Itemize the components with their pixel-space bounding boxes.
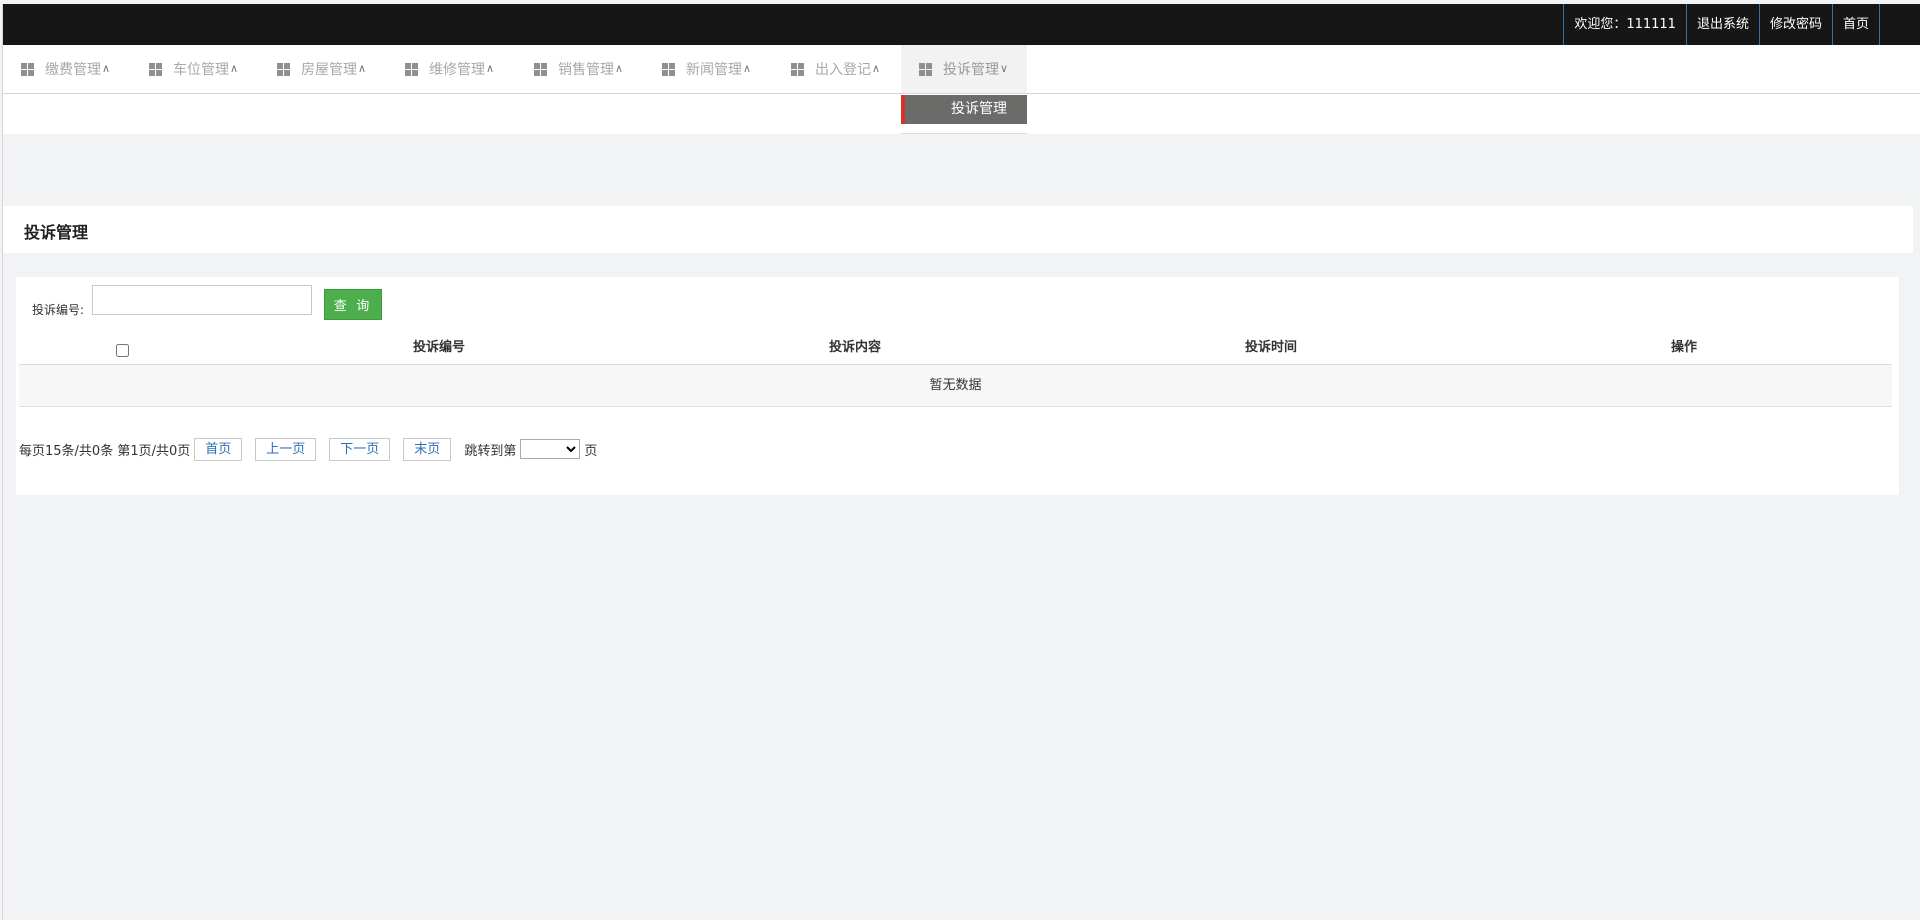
nav-item-label: 车位管理 bbox=[173, 62, 229, 78]
grid-icon bbox=[21, 62, 34, 76]
nav-item-parking[interactable]: 车位管理 ∧ bbox=[149, 45, 238, 93]
chevron-up-icon: ∧ bbox=[102, 61, 111, 75]
complaint-id-input[interactable] bbox=[92, 285, 312, 315]
nav-item-sales[interactable]: 销售管理 ∧ bbox=[534, 45, 623, 93]
grid-icon bbox=[277, 62, 290, 76]
column-header-actions: 操作 bbox=[1670, 340, 1697, 355]
prev-page-button[interactable]: 上一页 bbox=[255, 437, 317, 461]
grid-icon bbox=[662, 62, 675, 76]
query-button[interactable]: 查 询 bbox=[324, 289, 382, 320]
first-page-button[interactable]: 首页 bbox=[194, 437, 243, 461]
grid-icon bbox=[791, 62, 804, 76]
chevron-up-icon: ∧ bbox=[358, 61, 367, 75]
column-header-id: 投诉编号 bbox=[412, 340, 465, 355]
jump-prefix: 跳转到第 bbox=[464, 443, 517, 459]
nav-item-fees[interactable]: 缴费管理 ∧ bbox=[21, 45, 110, 93]
nav-item-label: 新闻管理 bbox=[686, 62, 742, 78]
chevron-up-icon: ∧ bbox=[230, 61, 239, 75]
nav-item-label: 出入登记 bbox=[815, 62, 871, 78]
select-all-checkbox[interactable] bbox=[116, 344, 129, 357]
logout-link[interactable]: 退出系统 bbox=[1685, 4, 1759, 45]
top-bar-links: 欢迎您：111111 退出系统 修改密码 首页 bbox=[1563, 4, 1880, 45]
nav-item-label: 销售管理 bbox=[558, 62, 614, 78]
column-header-time: 投诉时间 bbox=[1244, 340, 1297, 355]
next-page-button[interactable]: 下一页 bbox=[329, 437, 391, 461]
page-jump-select[interactable] bbox=[520, 439, 581, 459]
app-page: 欢迎您：111111 退出系统 修改密码 首页 缴费管理 ∧ 车位管理 ∧ 房屋… bbox=[2, 4, 1920, 920]
content-panel: 投诉编号: 查 询 投诉编号 投诉内容 投诉时间 操作 暂无数据 每页15条/共… bbox=[16, 277, 1899, 495]
nav-item-label: 房屋管理 bbox=[301, 62, 357, 78]
nav-item-complaints[interactable]: 投诉管理 ∨ bbox=[901, 45, 1027, 93]
page-title: 投诉管理 bbox=[24, 223, 89, 242]
welcome-text: 欢迎您：111111 bbox=[1563, 4, 1686, 45]
chevron-up-icon: ∧ bbox=[615, 61, 624, 75]
top-bar: 欢迎您：111111 退出系统 修改密码 首页 bbox=[3, 4, 1920, 45]
dropdown-underline bbox=[901, 124, 1027, 134]
nav-item-access-log[interactable]: 出入登记 ∧ bbox=[791, 45, 880, 93]
nav-item-news[interactable]: 新闻管理 ∧ bbox=[662, 45, 751, 93]
chevron-up-icon: ∧ bbox=[486, 61, 495, 75]
table-header: 投诉编号 投诉内容 投诉时间 操作 bbox=[19, 331, 1892, 365]
main-nav: 缴费管理 ∧ 车位管理 ∧ 房屋管理 ∧ 维修管理 ∧ 销售管理 ∧ 新闻管理 … bbox=[3, 45, 1920, 94]
column-header-content: 投诉内容 bbox=[828, 340, 881, 355]
pager-summary: 每页15条/共0条 第1页/共0页 bbox=[19, 443, 191, 459]
chevron-up-icon: ∧ bbox=[872, 61, 881, 75]
grid-icon bbox=[149, 62, 162, 76]
nav-item-label: 投诉管理 bbox=[943, 62, 999, 78]
jump-suffix: 页 bbox=[584, 443, 598, 459]
search-label: 投诉编号: bbox=[32, 303, 85, 317]
last-page-button[interactable]: 末页 bbox=[403, 437, 452, 461]
pagination: 每页15条/共0条 第1页/共0页 首页 上一页 下一页 末页 跳转到第 页 bbox=[19, 437, 597, 461]
nav-item-label: 缴费管理 bbox=[45, 62, 101, 78]
grid-icon bbox=[534, 62, 547, 76]
title-panel: 投诉管理 bbox=[3, 206, 1913, 253]
nav-item-repair[interactable]: 维修管理 ∧ bbox=[405, 45, 494, 93]
dropdown-item-complaint-management[interactable]: 投诉管理 bbox=[901, 95, 1027, 124]
grid-icon bbox=[919, 62, 932, 76]
nav-item-label: 维修管理 bbox=[429, 62, 485, 78]
chevron-up-icon: ∧ bbox=[743, 61, 752, 75]
nav-item-housing[interactable]: 房屋管理 ∧ bbox=[277, 45, 366, 93]
complaint-table: 投诉编号 投诉内容 投诉时间 操作 暂无数据 bbox=[19, 331, 1892, 407]
table-empty-row: 暂无数据 bbox=[19, 365, 1892, 407]
grid-icon bbox=[405, 62, 418, 76]
chevron-down-icon: ∨ bbox=[1000, 61, 1009, 75]
home-link[interactable]: 首页 bbox=[1831, 4, 1880, 45]
change-password-link[interactable]: 修改密码 bbox=[1758, 4, 1832, 45]
